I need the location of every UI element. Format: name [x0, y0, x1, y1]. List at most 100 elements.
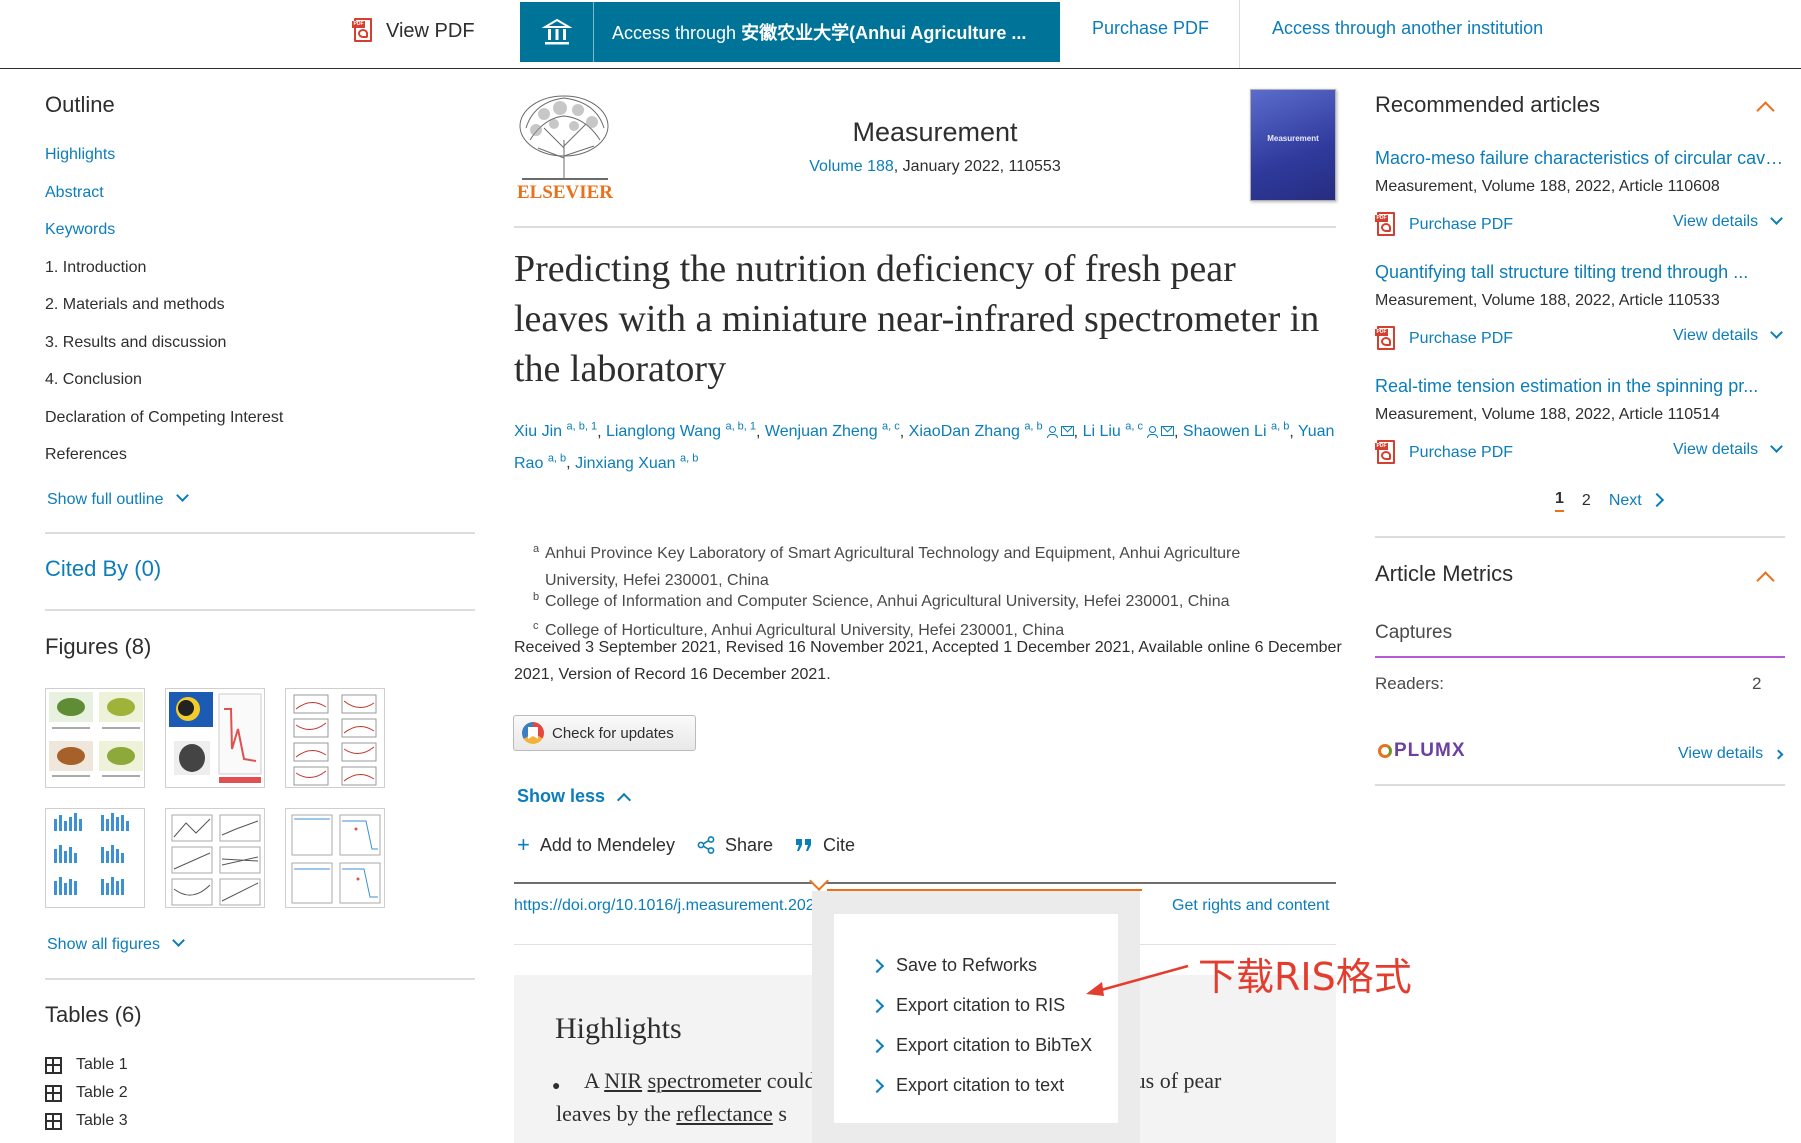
author-link[interactable]: Lianglong Wang a, b, 1: [606, 421, 756, 440]
plumx-wordmark: PLUMX: [1394, 740, 1466, 761]
highlights-heading: Highlights: [555, 1012, 682, 1045]
view-details-label: View details: [1673, 327, 1759, 344]
elsevier-logo[interactable]: ELSEVIER: [514, 88, 616, 204]
show-less-button[interactable]: Show less: [517, 786, 632, 807]
outline-item-highlights[interactable]: Highlights: [45, 146, 115, 164]
table-icon: [45, 1056, 62, 1074]
divider: [1375, 536, 1785, 538]
reflectance-link[interactable]: reflectance: [676, 1101, 772, 1126]
view-details-button[interactable]: View details: [1673, 439, 1783, 459]
view-pdf-button[interactable]: PDF View PDF: [352, 12, 475, 50]
table-item-1[interactable]: Table 1: [45, 1056, 128, 1074]
affiliation-b: b College of Information and Computer Sci…: [533, 591, 1230, 610]
table-item-3[interactable]: Table 3: [45, 1112, 128, 1130]
nir-link[interactable]: NIR: [604, 1068, 642, 1093]
access-another-institution-link[interactable]: Access through another institution: [1272, 18, 1543, 39]
outline-item-materials[interactable]: 2. Materials and methods: [45, 296, 225, 314]
show-less-label: Show less: [517, 786, 606, 806]
outline-item-results[interactable]: 3. Results and discussion: [45, 334, 226, 352]
export-bibtex-option[interactable]: Export citation to BibTeX: [869, 1035, 1093, 1056]
outline-heading: Outline: [45, 92, 115, 117]
quote-icon: [796, 839, 811, 851]
chevron-right-icon: [869, 958, 885, 973]
view-pdf-label: View PDF: [386, 19, 475, 42]
author-link[interactable]: Jinxiang Xuan a, b: [575, 452, 698, 471]
view-details-label: View details: [1678, 745, 1764, 762]
metrics-view-details-button[interactable]: View details: [1678, 745, 1784, 763]
purchase-pdf-link[interactable]: Purchase PDF: [1092, 18, 1209, 39]
option-label: Export citation to text: [896, 1075, 1065, 1095]
access-through-institution-button[interactable]: Access through 安徽农业大学(Anhui Agriculture …: [520, 2, 1060, 62]
readers-count: 2: [1752, 674, 1762, 693]
add-to-mendeley-button[interactable]: + Add to Mendeley: [517, 834, 675, 856]
author-link[interactable]: XiaoDan Zhang a, b: [909, 421, 1074, 440]
table-icon: [45, 1084, 62, 1102]
figure-thumbnail-3[interactable]: [285, 688, 385, 788]
top-toolbar: PDF View PDF Access through 安徽农业大学(Anhui…: [0, 0, 1801, 69]
pdf-icon: PDF: [1375, 212, 1397, 238]
share-button[interactable]: Share: [697, 835, 773, 856]
figures-heading: Figures (8): [45, 634, 152, 659]
view-details-button[interactable]: View details: [1673, 325, 1783, 345]
plus-icon: +: [517, 832, 530, 857]
export-ris-option[interactable]: Export citation to RIS: [869, 995, 1065, 1016]
article-metrics-heading: Article Metrics: [1375, 561, 1514, 586]
share-icon: [697, 836, 715, 854]
pdf-icon: PDF: [1375, 326, 1397, 352]
save-to-refworks-option[interactable]: Save to Refworks: [869, 955, 1037, 976]
next-label: Next: [1608, 492, 1642, 509]
table-item-2[interactable]: Table 2: [45, 1084, 128, 1102]
show-all-figures-button[interactable]: Show all figures: [47, 934, 185, 954]
readers-label: Readers:: [1375, 674, 1444, 693]
view-details-button[interactable]: View details: [1673, 211, 1783, 231]
author-link[interactable]: Xiu Jin a, b, 1: [514, 421, 597, 440]
view-details-label: View details: [1673, 213, 1759, 230]
next-page-button[interactable]: Next: [1608, 492, 1665, 510]
recommended-purchase-pdf[interactable]: PDF Purchase PDF: [1375, 212, 1513, 238]
recommended-article-title[interactable]: Real-time tension estimation in the spin…: [1375, 376, 1785, 397]
author-link[interactable]: Wenjuan Zheng a, c: [765, 421, 900, 440]
cite-button[interactable]: Cite: [795, 835, 855, 856]
figure-thumbnail-5[interactable]: [165, 808, 265, 908]
person-icon: [1046, 426, 1058, 439]
outline-item-abstract[interactable]: Abstract: [45, 184, 104, 202]
spectrometer-link[interactable]: spectrometer: [648, 1068, 762, 1093]
collapse-recommended-icon[interactable]: [1756, 101, 1775, 120]
journal-name[interactable]: Measurement: [760, 117, 1110, 148]
recommended-article-meta: Measurement, Volume 188, 2022, Article 1…: [1375, 178, 1720, 195]
recommended-article-title[interactable]: Macro-meso failure characteristics of ci…: [1375, 148, 1785, 169]
page-1[interactable]: 1: [1555, 490, 1564, 512]
get-rights-link[interactable]: Get rights and content: [1172, 897, 1329, 915]
plumx-logo[interactable]: PLUMX: [1378, 740, 1466, 762]
journal-cover-image[interactable]: Measurement: [1250, 89, 1336, 201]
export-text-option[interactable]: Export citation to text: [869, 1075, 1065, 1096]
recommended-purchase-pdf[interactable]: PDF Purchase PDF: [1375, 440, 1513, 466]
page-2[interactable]: 2: [1582, 492, 1591, 510]
table-icon: [45, 1112, 62, 1130]
article-actions: + Add to Mendeley Share Cite: [517, 834, 855, 856]
figure-thumbnail-6[interactable]: [285, 808, 385, 908]
divider: [45, 978, 475, 980]
check-for-updates-button[interactable]: Check for updates: [513, 715, 696, 751]
divider: [514, 882, 1336, 884]
outline-item-introduction[interactable]: 1. Introduction: [45, 259, 146, 277]
outline-item-competing-interest[interactable]: Declaration of Competing Interest: [45, 409, 283, 427]
recommended-purchase-pdf[interactable]: PDF Purchase PDF: [1375, 326, 1513, 352]
chevron-down-icon: [1770, 439, 1783, 453]
option-label: Export citation to BibTeX: [896, 1035, 1093, 1055]
author-link[interactable]: Li Liu a, c: [1083, 421, 1174, 440]
volume-link[interactable]: Volume 188: [809, 158, 894, 175]
pdf-icon: PDF: [352, 18, 374, 44]
figure-thumbnail-1[interactable]: [45, 688, 145, 788]
show-full-outline-button[interactable]: Show full outline: [47, 489, 189, 509]
author-link[interactable]: Shaowen Li a, b: [1183, 421, 1289, 440]
figure-thumbnail-2[interactable]: [165, 688, 265, 788]
figure-thumbnail-4[interactable]: [45, 808, 145, 908]
outline-item-references[interactable]: References: [45, 446, 127, 464]
outline-item-conclusion[interactable]: 4. Conclusion: [45, 371, 142, 389]
recommended-article-title[interactable]: Quantifying tall structure tilting trend…: [1375, 262, 1785, 283]
cited-by-link[interactable]: Cited By (0): [45, 556, 161, 582]
collapse-metrics-icon[interactable]: [1756, 571, 1775, 590]
chevron-right-icon: [869, 1038, 885, 1053]
outline-item-keywords[interactable]: Keywords: [45, 221, 115, 239]
